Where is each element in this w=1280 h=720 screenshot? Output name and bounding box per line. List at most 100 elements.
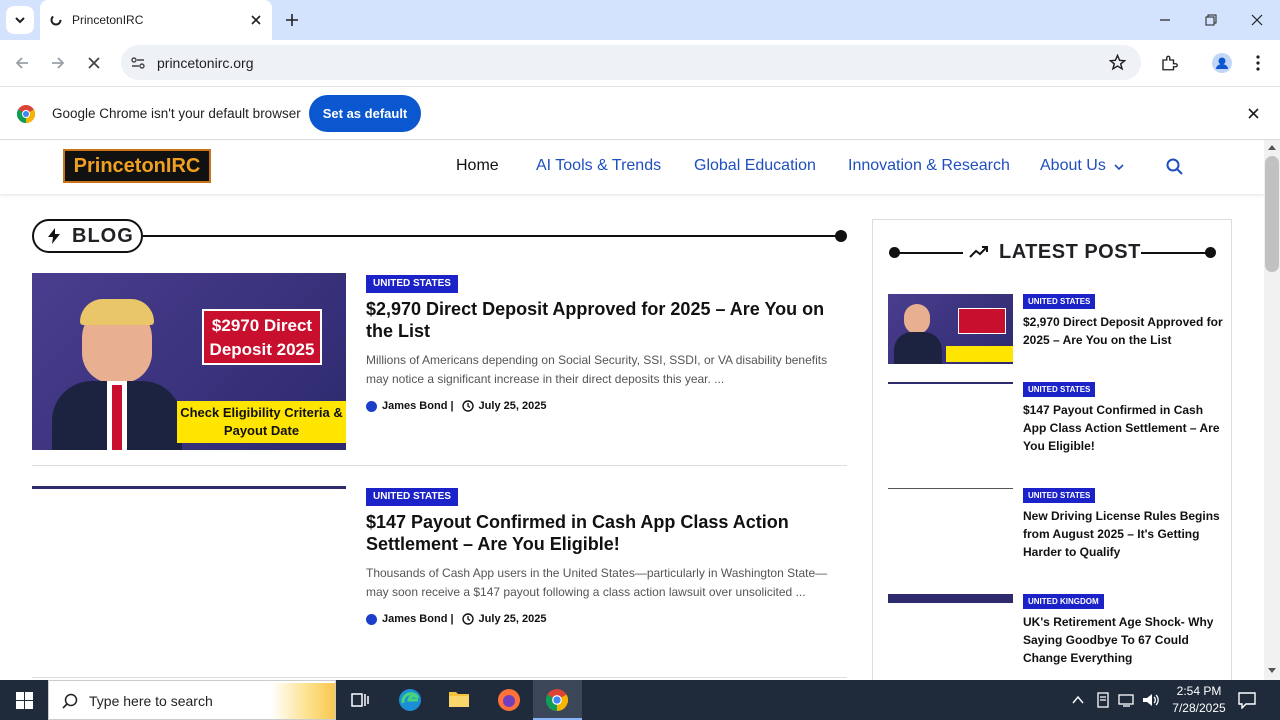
sidebar-category-badge[interactable]: UNITED STATES (1023, 382, 1096, 397)
extensions-button[interactable] (1155, 49, 1183, 77)
scroll-up-icon[interactable] (1268, 144, 1276, 150)
trending-icon (969, 246, 988, 258)
set-as-default-button[interactable]: Set as default (309, 95, 421, 132)
chevron-up-icon[interactable] (1072, 695, 1084, 704)
taskbar-search-box[interactable]: Type here to search (48, 680, 336, 720)
url-text: princetonirc.org (157, 55, 254, 71)
clock-time[interactable]: 2:54 PM (1174, 684, 1224, 698)
post-date: July 25, 2025 (478, 613, 547, 625)
heading-divider (143, 235, 841, 237)
sidebar-thumbnail[interactable] (888, 488, 1013, 489)
chrome-icon (546, 689, 568, 711)
post-category-badge[interactable]: UNITED STATES (366, 275, 458, 293)
nav-ai-tools[interactable]: AI Tools & Trends (536, 157, 661, 175)
minimize-button[interactable] (1142, 0, 1188, 40)
address-bar[interactable]: princetonirc.org (121, 45, 1141, 80)
sidebar-thumbnail[interactable] (888, 382, 1013, 384)
sidebar-heading: LATEST POST (999, 241, 1141, 263)
nav-global-education[interactable]: Global Education (694, 157, 816, 175)
sidebar-thumbnail[interactable] (888, 294, 1013, 364)
search-icon[interactable] (1166, 158, 1183, 175)
stop-button[interactable] (80, 49, 108, 77)
tab-princetonirc[interactable]: PrincetonIRC (40, 0, 272, 40)
sidebar-post-title[interactable]: UK's Retirement Age Shock- Why Saying Go… (1023, 613, 1223, 667)
post-divider (32, 465, 847, 466)
search-icon (62, 693, 78, 709)
notification-icon[interactable] (1238, 691, 1256, 709)
windows-start-icon[interactable] (16, 692, 33, 709)
post-thumbnail[interactable]: $2970 Direct Deposit 2025 Check Eligibil… (32, 273, 346, 450)
clock-date[interactable]: 7/28/2025 (1166, 701, 1232, 715)
close-icon (1251, 14, 1263, 26)
heading-dot (835, 230, 847, 242)
scrollbar-thumb[interactable] (1265, 156, 1279, 272)
profile-button[interactable] (1208, 49, 1236, 77)
firefox-icon[interactable] (497, 688, 521, 712)
sidebar-category-badge[interactable]: UNITED STATES (1023, 488, 1096, 503)
thumbnail-person (52, 299, 182, 450)
sidebar-post-title[interactable]: $2,970 Direct Deposit Approved for 2025 … (1023, 313, 1223, 349)
post-date: July 25, 2025 (478, 400, 547, 412)
clock-icon (461, 613, 474, 625)
sidebar-post-title[interactable]: $147 Payout Confirmed in Cash App Class … (1023, 401, 1223, 455)
site-logo[interactable]: PrincetonIRC (63, 149, 211, 183)
clock-icon (461, 400, 474, 412)
post-author[interactable]: James Bond | (382, 613, 454, 625)
sidebar-category-badge[interactable]: UNITED STATES (1023, 294, 1096, 309)
close-tab-icon[interactable] (250, 14, 262, 26)
edge-icon[interactable] (398, 688, 422, 712)
loading-favicon-icon (50, 14, 62, 26)
tab-search-button[interactable] (6, 6, 34, 34)
nav-home[interactable]: Home (456, 157, 499, 175)
chevron-down-icon[interactable] (1114, 162, 1124, 172)
forward-arrow-icon (52, 57, 65, 69)
menu-button[interactable] (1244, 49, 1272, 77)
post-divider (32, 677, 847, 678)
tab-strip: PrincetonIRC (0, 0, 1280, 40)
thumbnail-caption: Check Eligibility Criteria & Payout Date (177, 401, 346, 443)
post-category-badge[interactable]: UNITED STATES (366, 488, 458, 506)
nav-about-us[interactable]: About Us (1040, 157, 1106, 175)
bookmark-star-icon[interactable] (1109, 54, 1126, 71)
avatar-icon (1212, 53, 1232, 73)
chrome-logo-icon (17, 105, 35, 123)
sidebar-thumbnail[interactable] (888, 594, 1013, 603)
restore-button[interactable] (1188, 0, 1234, 40)
post-thumbnail[interactable] (32, 486, 346, 489)
lightning-icon (48, 228, 60, 244)
search-placeholder: Type here to search (89, 693, 213, 709)
sidebar-post-title[interactable]: New Driving License Rules Begins from Au… (1023, 507, 1223, 561)
sidebar-line-right (1141, 252, 1207, 254)
task-view-icon[interactable] (351, 691, 369, 709)
site-header: PrincetonIRC Home AI Tools & Trends Glob… (0, 140, 1264, 194)
sidebar-category-badge[interactable]: UNITED KINGDOM (1023, 594, 1104, 609)
chrome-taskbar-button[interactable] (533, 680, 582, 720)
back-button[interactable] (8, 49, 36, 77)
thumbnail-headline: $2970 Direct Deposit 2025 (202, 309, 322, 365)
file-explorer-icon[interactable] (448, 689, 470, 709)
close-window-button[interactable] (1234, 0, 1280, 40)
infobar-message: Google Chrome isn't your default browser (52, 106, 301, 121)
latest-post-sidebar: LATEST POST UNITED STATES $2,970 Direct … (872, 219, 1232, 680)
nav-innovation-research[interactable]: Innovation & Research (848, 157, 1010, 175)
post-meta: James Bond | July 25, 2025 (366, 400, 546, 412)
puzzle-icon (1162, 55, 1178, 71)
scroll-down-icon[interactable] (1268, 668, 1276, 674)
post-meta: James Bond | July 25, 2025 (366, 613, 546, 625)
post-author[interactable]: James Bond | (382, 400, 454, 412)
ethernet-icon[interactable] (1118, 692, 1136, 708)
kebab-menu-icon (1256, 55, 1260, 71)
post-title[interactable]: $147 Payout Confirmed in Cash App Class … (366, 511, 836, 555)
verified-icon (366, 400, 377, 412)
new-tab-icon[interactable] (285, 13, 299, 27)
back-arrow-icon (15, 57, 28, 69)
volume-icon[interactable] (1142, 692, 1160, 708)
post-excerpt: Millions of Americans depending on Socia… (366, 353, 828, 386)
blog-heading: BLOG (32, 219, 143, 253)
network-icon[interactable] (1096, 692, 1110, 708)
site-info-icon[interactable] (130, 55, 146, 71)
forward-button[interactable] (44, 49, 72, 77)
restore-icon (1205, 14, 1217, 26)
close-infobar-icon[interactable] (1248, 108, 1259, 119)
post-title[interactable]: $2,970 Direct Deposit Approved for 2025 … (366, 298, 836, 342)
